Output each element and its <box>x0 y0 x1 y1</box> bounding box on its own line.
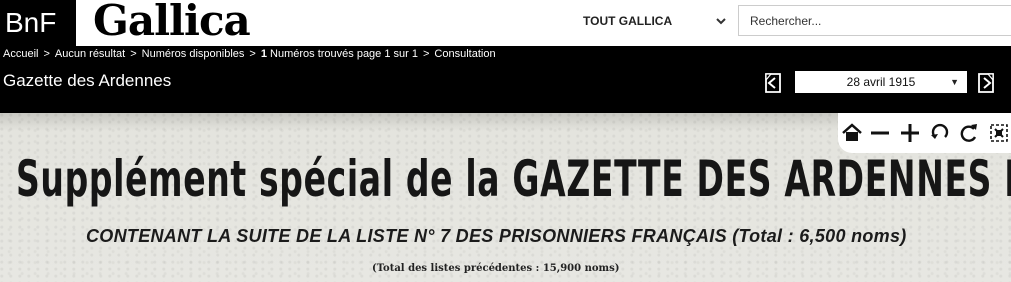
breadcrumb-issues-found[interactable]: Numéros trouvés page 1 sur 1 <box>270 48 418 60</box>
breadcrumb-result-count: 1 <box>260 48 267 60</box>
breadcrumb: Accueil > Aucun résultat > Numéros disponibl… <box>0 46 1011 63</box>
document-title-bar: Gazette des Ardennes 28 avril 1915 ▼ <box>0 63 1011 113</box>
bnf-logo[interactable]: BnF <box>0 0 76 46</box>
fullscreen-icon[interactable] <box>987 121 1011 145</box>
viewer-toolbar <box>838 113 1011 153</box>
breadcrumb-separator: > <box>249 48 256 60</box>
breadcrumb-separator: > <box>130 48 137 60</box>
document-headline: Supplément spécial de la GAZETTE DES ARD… <box>16 150 1011 208</box>
document-note: (Total des listes précédentes : 15,900 n… <box>372 263 620 274</box>
breadcrumb-no-result[interactable]: Aucun résultat <box>55 48 125 60</box>
breadcrumb-separator: > <box>422 48 430 60</box>
gallica-logo[interactable]: Gallica <box>93 0 251 44</box>
previous-issue-icon[interactable] <box>763 72 783 94</box>
search-scope-select[interactable]: TOUT GALLICA <box>583 8 733 34</box>
zoom-out-icon[interactable] <box>868 121 892 145</box>
next-issue-icon[interactable] <box>976 72 996 94</box>
search-input[interactable] <box>738 5 1011 36</box>
breadcrumb-consultation: Consultation <box>434 48 496 60</box>
breadcrumb-available-issues[interactable]: Numéros disponibles <box>142 48 245 60</box>
issue-date-value: 28 avril 1915 <box>846 75 916 89</box>
document-title: Gazette des Ardennes <box>3 71 172 90</box>
issue-date-select[interactable]: 28 avril 1915 ▼ <box>795 71 967 93</box>
chevron-down-icon[interactable] <box>715 8 733 34</box>
rotate-left-icon[interactable] <box>928 121 952 145</box>
document-subheadline: CONTENANT LA SUITE DE LA LISTE N° 7 DES … <box>86 226 907 246</box>
zoom-in-icon[interactable] <box>898 121 922 145</box>
caret-down-icon: ▼ <box>950 77 959 87</box>
rotate-right-icon[interactable] <box>957 121 981 145</box>
breadcrumb-separator: > <box>43 48 50 60</box>
home-icon[interactable] <box>840 121 864 145</box>
site-header: BnF Gallica TOUT GALLICA <box>0 0 1011 46</box>
document-viewer[interactable]: Supplément spécial de la GAZETTE DES ARD… <box>0 113 1011 282</box>
breadcrumb-home[interactable]: Accueil <box>3 48 38 60</box>
